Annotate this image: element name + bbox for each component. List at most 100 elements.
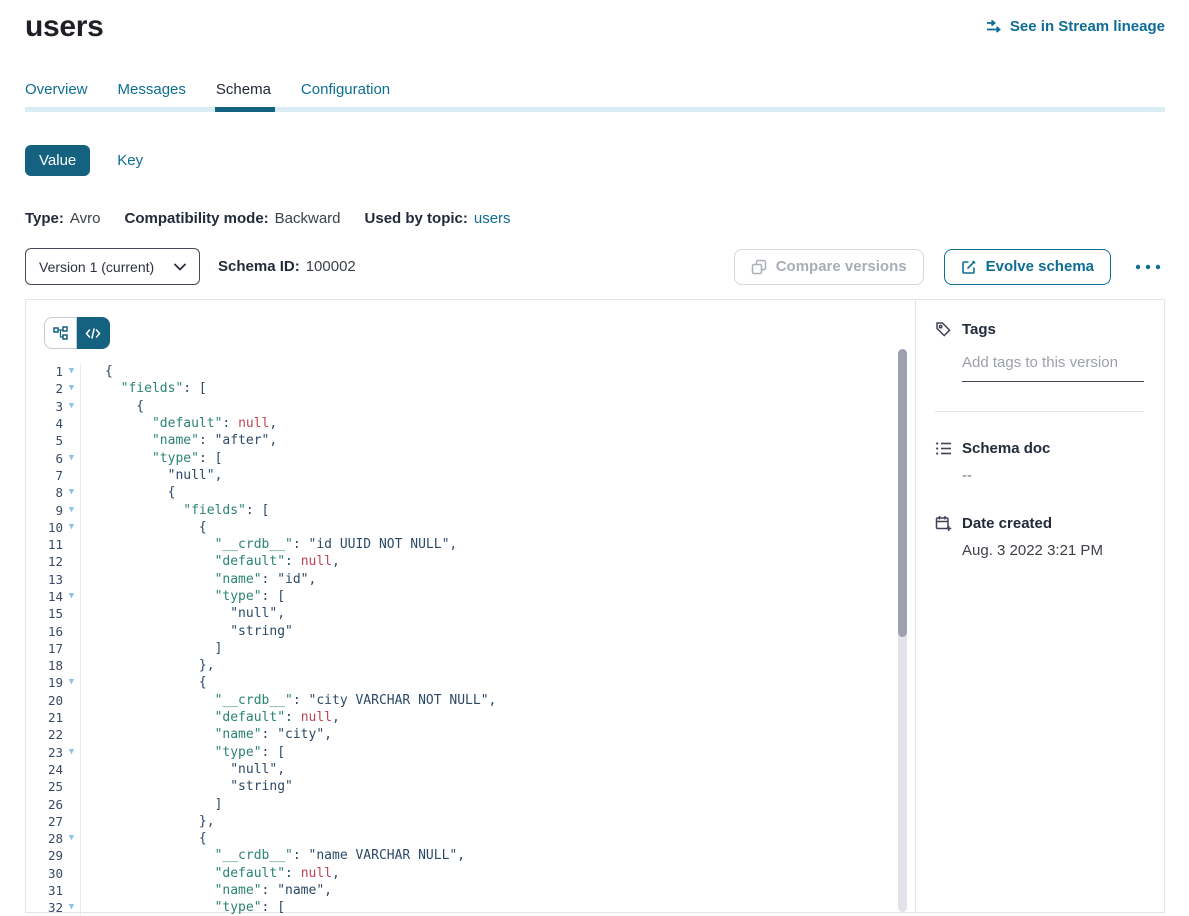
code-text: "default": null, bbox=[81, 866, 340, 881]
tag-icon bbox=[935, 321, 952, 338]
fold-toggle-icon[interactable]: ▼ bbox=[63, 523, 80, 532]
edit-icon bbox=[961, 259, 977, 275]
line-gutter: 21 bbox=[26, 709, 81, 726]
code-token: "null" bbox=[230, 606, 277, 621]
fold-toggle-icon[interactable]: ▼ bbox=[63, 903, 80, 912]
editor-scrollbar[interactable] bbox=[898, 349, 907, 912]
code-line: 12 "default": null, bbox=[26, 553, 915, 570]
key-tab-link[interactable]: Key bbox=[117, 152, 143, 169]
code-token bbox=[105, 866, 215, 881]
code-token: : bbox=[262, 572, 278, 587]
code-line: 25 "string" bbox=[26, 778, 915, 795]
fold-toggle-icon[interactable]: ▼ bbox=[63, 488, 80, 497]
code-token: : [ bbox=[262, 589, 285, 604]
schema-id-label: Schema ID: bbox=[218, 258, 300, 275]
date-created-header: Date created bbox=[935, 515, 1144, 532]
line-gutter: 14▼ bbox=[26, 588, 81, 605]
tab-configuration[interactable]: Configuration bbox=[301, 81, 390, 112]
code-token bbox=[105, 606, 230, 621]
schema-doc-header: Schema doc bbox=[935, 440, 1144, 457]
more-actions-button[interactable] bbox=[1131, 262, 1165, 272]
line-number: 29 bbox=[26, 848, 63, 863]
code-token: : [ bbox=[262, 745, 285, 760]
fold-toggle-icon[interactable]: ▼ bbox=[63, 402, 80, 411]
line-gutter: 3▼ bbox=[26, 398, 81, 415]
code-token: , bbox=[309, 572, 317, 587]
code-text: "null", bbox=[81, 468, 222, 483]
code-token: null bbox=[238, 416, 269, 431]
line-number: 21 bbox=[26, 710, 63, 725]
line-number: 6 bbox=[26, 451, 63, 466]
tab-schema[interactable]: Schema bbox=[216, 81, 271, 112]
code-line: 28▼ { bbox=[26, 830, 915, 847]
line-number: 22 bbox=[26, 727, 63, 742]
see-in-stream-lineage-link[interactable]: See in Stream lineage bbox=[986, 18, 1165, 35]
code-token: "null" bbox=[230, 762, 277, 777]
code-text: "default": null, bbox=[81, 416, 277, 431]
line-gutter: 20 bbox=[26, 692, 81, 709]
code-token: ] bbox=[105, 641, 222, 656]
code-text: "name": "name", bbox=[81, 883, 332, 898]
fold-toggle-icon[interactable]: ▼ bbox=[63, 592, 80, 601]
code-line: 15 "null", bbox=[26, 605, 915, 622]
tab-overview[interactable]: Overview bbox=[25, 81, 88, 112]
code-token: , bbox=[277, 762, 285, 777]
line-gutter: 15 bbox=[26, 605, 81, 622]
page-title: users bbox=[25, 10, 104, 44]
code-text: { bbox=[81, 485, 175, 500]
tab-messages[interactable]: Messages bbox=[118, 81, 186, 112]
evolve-schema-label: Evolve schema bbox=[986, 258, 1094, 275]
code-view-button[interactable] bbox=[77, 317, 110, 349]
line-number: 32 bbox=[26, 900, 63, 915]
code-text: "string" bbox=[81, 779, 293, 794]
code-line: 8▼ { bbox=[26, 484, 915, 501]
evolve-schema-button[interactable]: Evolve schema bbox=[944, 249, 1111, 285]
code-token: "city" bbox=[277, 727, 324, 742]
add-tags-input[interactable] bbox=[962, 354, 1144, 382]
code-token: : bbox=[199, 433, 215, 448]
fold-toggle-icon[interactable]: ▼ bbox=[63, 367, 80, 376]
fold-toggle-icon[interactable]: ▼ bbox=[63, 748, 80, 757]
code-token: "fields" bbox=[121, 381, 184, 396]
version-select[interactable]: Version 1 (current) bbox=[25, 248, 200, 285]
code-line: 16 "string" bbox=[26, 622, 915, 639]
code-token: "default" bbox=[215, 866, 285, 881]
line-number: 15 bbox=[26, 606, 63, 621]
compare-versions-button[interactable]: Compare versions bbox=[734, 249, 924, 285]
code-token: , bbox=[269, 433, 277, 448]
fold-toggle-icon[interactable]: ▼ bbox=[63, 384, 80, 393]
code-text: "type": [ bbox=[81, 900, 285, 915]
code-token bbox=[105, 572, 215, 587]
value-tab-button[interactable]: Value bbox=[25, 145, 90, 176]
fold-toggle-icon[interactable]: ▼ bbox=[63, 678, 80, 687]
lineage-link-label: See in Stream lineage bbox=[1010, 18, 1165, 35]
code-line: 22 "name": "city", bbox=[26, 726, 915, 743]
code-line: 7 "null", bbox=[26, 467, 915, 484]
code-token: : bbox=[262, 727, 278, 742]
tree-view-icon bbox=[53, 326, 68, 340]
code-token: }, bbox=[105, 658, 215, 673]
code-token bbox=[105, 900, 215, 915]
topic-link[interactable]: users bbox=[474, 210, 511, 227]
line-number: 1 bbox=[26, 364, 63, 379]
line-gutter: 2▼ bbox=[26, 380, 81, 397]
schema-code-pane: 1▼{2▼ "fields": [3▼ {4 "default": null,5… bbox=[26, 300, 915, 912]
code-line: 13 "name": "id", bbox=[26, 571, 915, 588]
code-token: "string" bbox=[230, 779, 293, 794]
code-token bbox=[105, 468, 168, 483]
date-created-section: Date created Aug. 3 2022 3:21 PM bbox=[935, 515, 1144, 559]
code-token: "id UUID NOT NULL" bbox=[309, 537, 450, 552]
tree-view-button[interactable] bbox=[44, 317, 77, 349]
line-gutter: 28▼ bbox=[26, 830, 81, 847]
fold-toggle-icon[interactable]: ▼ bbox=[63, 454, 80, 463]
schema-doc-title: Schema doc bbox=[962, 440, 1050, 457]
code-text: "null", bbox=[81, 606, 285, 621]
page-header: users See in Stream lineage bbox=[25, 10, 1165, 44]
meta-topic: Used by topic: users bbox=[365, 210, 511, 227]
fold-toggle-icon[interactable]: ▼ bbox=[63, 506, 80, 515]
code-token: : bbox=[293, 848, 309, 863]
fold-toggle-icon[interactable]: ▼ bbox=[63, 834, 80, 843]
line-number: 10 bbox=[26, 520, 63, 535]
editor-scrollbar-thumb[interactable] bbox=[898, 349, 907, 637]
line-number: 13 bbox=[26, 572, 63, 587]
